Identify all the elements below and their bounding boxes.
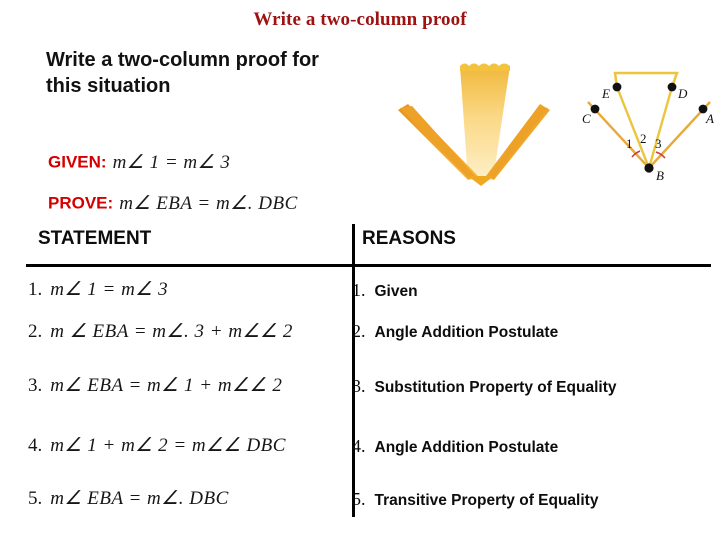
statement-text: m ∠ EBA = m∠. 3 + m∠∠ 2	[50, 321, 293, 342]
reason-number: 3.	[352, 376, 366, 396]
column-header-reasons: REASONS	[362, 228, 456, 249]
geometry-figure: E D C A B 1 2 3	[582, 71, 714, 183]
figure-angle-1: 1	[626, 136, 633, 151]
prompt-text: Write a two-column proof for this situat…	[46, 47, 396, 99]
column-header-statement: STATEMENT	[38, 228, 152, 249]
statement-number: 2.	[28, 321, 43, 342]
table-row: 1. Given	[352, 280, 418, 301]
page-title: Write a two-column proof	[253, 9, 467, 30]
reason-text: Given	[374, 283, 418, 300]
given-statement: m∠ 1 = m∠ 3	[112, 152, 231, 173]
statement-text: m∠ EBA = m∠ 1 + m∠∠ 2	[50, 375, 283, 396]
statement-number: 3.	[28, 375, 43, 396]
figure-label-B: B	[656, 168, 664, 183]
reason-text: Angle Addition Postulate	[374, 439, 559, 456]
reason-number: 1.	[352, 280, 366, 300]
reason-text: Substitution Property of Equality	[374, 379, 617, 396]
prompt-line-1: Write a two-column proof for	[46, 49, 319, 71]
column-divider	[352, 224, 355, 517]
figure-label-C: C	[582, 111, 591, 126]
table-row: 2. m ∠ EBA = m∠. 3 + m∠∠ 2	[28, 320, 293, 343]
reason-number: 2.	[352, 321, 366, 341]
reason-number: 5.	[352, 489, 366, 509]
prove-row: PROVE: m∠ EBA = m∠. DBC	[48, 192, 298, 215]
table-row: 3. Substitution Property of Equality	[352, 376, 616, 397]
prompt-line-2: this situation	[46, 75, 171, 97]
given-row: GIVEN: m∠ 1 = m∠ 3	[48, 151, 230, 174]
statement-text: m∠ EBA = m∠. DBC	[50, 488, 229, 509]
statement-number: 5.	[28, 488, 43, 509]
prove-statement: m∠ EBA = m∠. DBC	[119, 193, 298, 214]
given-label: GIVEN:	[48, 152, 107, 172]
statement-number: 4.	[28, 435, 43, 456]
figure-angle-2: 2	[640, 131, 647, 146]
slide-canvas: Write a two-column proof Write a two-col…	[0, 0, 720, 540]
table-row: 2. Angle Addition Postulate	[352, 321, 558, 342]
reason-text: Angle Addition Postulate	[374, 324, 559, 341]
figure-label-A: A	[705, 111, 714, 126]
table-row: 5. m∠ EBA = m∠. DBC	[28, 487, 229, 510]
statement-text: m∠ 1 = m∠ 3	[50, 279, 169, 300]
table-row: 5. Transitive Property of Equality	[352, 489, 598, 510]
statement-number: 1.	[28, 279, 43, 300]
figure-label-D: D	[677, 86, 688, 101]
figure-label-E: E	[601, 86, 610, 101]
prove-label: PROVE:	[48, 193, 114, 213]
reason-text: Transitive Property of Equality	[374, 492, 599, 509]
sunburst-decoration-icon	[398, 63, 550, 186]
table-row: 3. m∠ EBA = m∠ 1 + m∠∠ 2	[28, 374, 282, 397]
table-row: 4. Angle Addition Postulate	[352, 436, 558, 457]
table-row: 1. m∠ 1 = m∠ 3	[28, 278, 168, 301]
figure-angle-3: 3	[655, 136, 662, 151]
statement-text: m∠ 1 + m∠ 2 = m∠∠ DBC	[50, 435, 286, 456]
reason-number: 4.	[352, 436, 366, 456]
header-rule	[26, 264, 711, 267]
table-row: 4. m∠ 1 + m∠ 2 = m∠∠ DBC	[28, 434, 286, 457]
